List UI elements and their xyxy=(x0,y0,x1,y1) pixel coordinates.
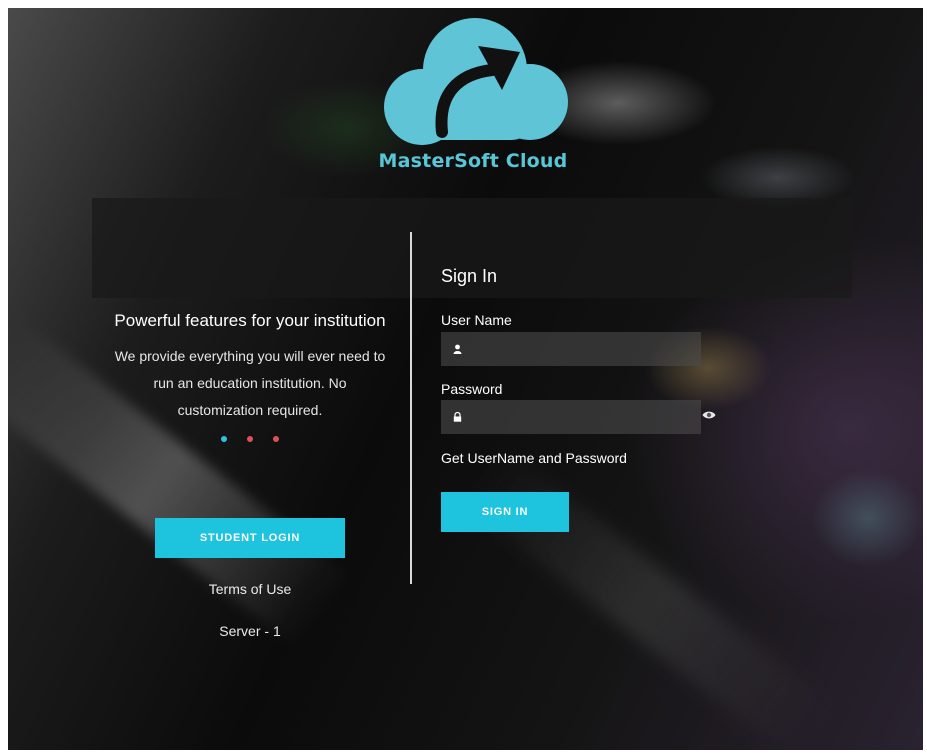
username-input[interactable] xyxy=(469,333,701,365)
password-input[interactable] xyxy=(469,401,701,433)
feature-panel: Powerful features for your institution W… xyxy=(110,308,390,446)
lock-icon xyxy=(451,411,463,423)
login-page: MasterSoft Cloud Powerful features for y… xyxy=(8,8,923,750)
password-field[interactable] xyxy=(441,400,701,434)
user-icon xyxy=(451,343,463,355)
carousel-dots xyxy=(110,436,390,446)
eye-icon[interactable] xyxy=(702,410,716,420)
feature-description: We provide everything you will ever need… xyxy=(114,348,386,418)
sign-in-button[interactable]: SIGN IN xyxy=(441,492,569,532)
password-label: Password xyxy=(441,381,503,397)
student-login-button[interactable]: STUDENT LOGIN xyxy=(155,518,345,558)
carousel-dot-3[interactable] xyxy=(273,436,279,442)
feature-tagline: Powerful features for your institution xyxy=(114,311,386,330)
brand-name: MasterSoft Cloud xyxy=(378,150,568,172)
cloud-arrow-icon xyxy=(384,18,568,145)
sign-in-title: Sign In xyxy=(441,266,498,286)
username-field[interactable] xyxy=(441,332,701,366)
carousel-dot-2[interactable] xyxy=(247,436,253,442)
get-credentials-link[interactable]: Get UserName and Password xyxy=(441,450,627,466)
server-label: Server - 1 xyxy=(219,623,281,639)
panel-divider xyxy=(410,232,412,584)
carousel-dot-1[interactable] xyxy=(221,436,227,442)
terms-of-use-link[interactable]: Terms of Use xyxy=(155,581,345,597)
username-label: User Name xyxy=(441,312,512,328)
